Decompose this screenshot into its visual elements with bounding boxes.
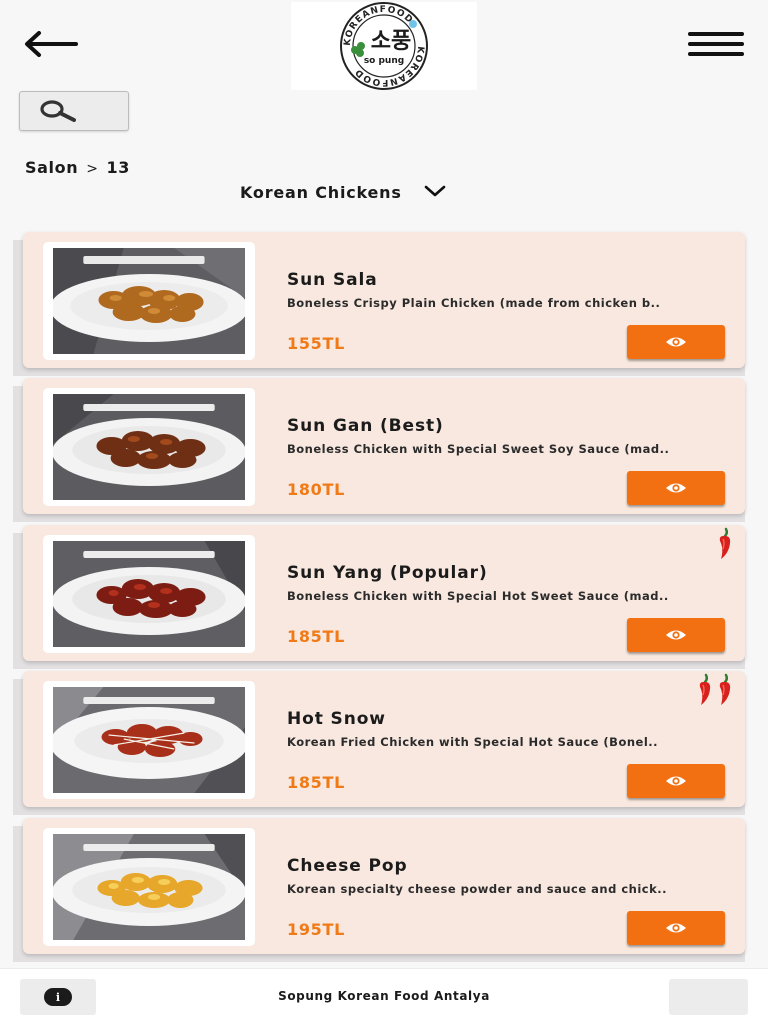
breadcrumb-parent[interactable]: Salon xyxy=(25,158,78,177)
menu-item-photo[interactable] xyxy=(43,681,255,799)
chili-pepper-icon xyxy=(719,527,731,559)
menu-item-card: Sun Yang (Popular) Boneless Chicken with… xyxy=(13,525,745,669)
menu-item-description: Korean specialty cheese powder and sauce… xyxy=(287,882,668,896)
back-button[interactable] xyxy=(18,22,82,66)
chili-pepper-icon xyxy=(719,673,731,705)
menu-item-card: Hot Snow Korean Fried Chicken with Speci… xyxy=(13,671,745,815)
restaurant-logo[interactable]: KOREANFOOD KOREANFOOD 소풍 so pung xyxy=(291,2,477,90)
menu-item-name: Sun Gan (Best) xyxy=(287,416,444,436)
menu-item[interactable]: Cheese Pop Korean specialty cheese powde… xyxy=(23,818,745,954)
menu-item-name: Cheese Pop xyxy=(287,856,408,876)
menu-item-photo[interactable] xyxy=(43,242,255,360)
view-item-button[interactable] xyxy=(627,325,725,359)
search-button[interactable] xyxy=(19,91,129,131)
arrow-left-icon xyxy=(25,31,78,57)
menu-button[interactable] xyxy=(686,28,746,60)
category-dropdown[interactable]: Korean Chickens xyxy=(240,180,446,204)
menu-item[interactable]: Hot Snow Korean Fried Chicken with Speci… xyxy=(23,671,745,807)
menu-item-card: Cheese Pop Korean specialty cheese powde… xyxy=(13,818,745,962)
eye-icon xyxy=(666,483,686,493)
menu-item-name: Sun Sala xyxy=(287,270,378,290)
menu-item-description: Boneless Chicken with Special Hot Sweet … xyxy=(287,589,669,603)
eye-icon xyxy=(666,923,686,933)
breadcrumb-separator: > xyxy=(86,161,99,177)
food-photo-crispy-chicken xyxy=(53,248,245,354)
menu-item-price: 195TL xyxy=(287,920,346,939)
eye-icon xyxy=(666,630,686,640)
view-item-button[interactable] xyxy=(627,764,725,798)
spice-indicator xyxy=(715,527,735,561)
menu-item-description: Boneless Crispy Plain Chicken (made from… xyxy=(287,296,661,310)
menu-item-description: Boneless Chicken with Special Sweet Soy … xyxy=(287,442,670,456)
menu-item-photo[interactable] xyxy=(43,828,255,946)
logo-brand-text: so pung xyxy=(364,56,404,66)
menu-item-price: 185TL xyxy=(287,773,346,792)
logo-badge: KOREANFOOD KOREANFOOD 소풍 so pung xyxy=(340,2,428,90)
menu-item-name: Hot Snow xyxy=(287,709,386,729)
menu-item-price: 155TL xyxy=(287,334,346,353)
breadcrumb-current: 13 xyxy=(106,158,130,177)
food-photo-hot-sweet-chicken xyxy=(53,541,245,647)
food-photo-cheese-pop xyxy=(53,834,245,940)
eye-icon xyxy=(666,776,686,786)
view-item-button[interactable] xyxy=(627,618,725,652)
menu-item-price: 185TL xyxy=(287,627,346,646)
chili-pepper-icon xyxy=(699,673,711,705)
footer-title: Sopung Korean Food Antalya xyxy=(278,989,490,1003)
spice-indicator xyxy=(695,673,735,707)
menu-item-card: Sun Gan (Best) Boneless Chicken with Spe… xyxy=(13,378,745,522)
menu-item-price: 180TL xyxy=(287,480,346,499)
view-item-button[interactable] xyxy=(627,471,725,505)
menu-item[interactable]: Sun Sala Boneless Crispy Plain Chicken (… xyxy=(23,232,745,368)
footer-bar: i Sopung Korean Food Antalya xyxy=(0,968,768,1024)
eye-icon xyxy=(666,337,686,347)
menu-item-description: Korean Fried Chicken with Special Hot Sa… xyxy=(287,735,659,749)
breadcrumb: Salon >13 xyxy=(25,158,130,177)
menu-item[interactable]: Sun Yang (Popular) Boneless Chicken with… xyxy=(23,525,745,661)
footer-action-button[interactable] xyxy=(669,979,748,1015)
menu-item-photo[interactable] xyxy=(43,388,255,506)
category-selected-label: Korean Chickens xyxy=(240,182,402,202)
food-photo-hot-snow xyxy=(53,687,245,793)
menu-item[interactable]: Sun Gan (Best) Boneless Chicken with Spe… xyxy=(23,378,745,514)
menu-item-name: Sun Yang (Popular) xyxy=(287,563,488,583)
view-item-button[interactable] xyxy=(627,911,725,945)
food-photo-soy-chicken xyxy=(53,394,245,500)
search-icon xyxy=(40,100,76,122)
chevron-down-icon xyxy=(424,185,445,197)
header: KOREANFOOD KOREANFOOD 소풍 so pung xyxy=(0,0,768,92)
logo-korean-text: 소풍 xyxy=(371,29,411,54)
menu-item-card: Sun Sala Boneless Crispy Plain Chicken (… xyxy=(13,232,745,376)
menu-item-photo[interactable] xyxy=(43,535,255,653)
